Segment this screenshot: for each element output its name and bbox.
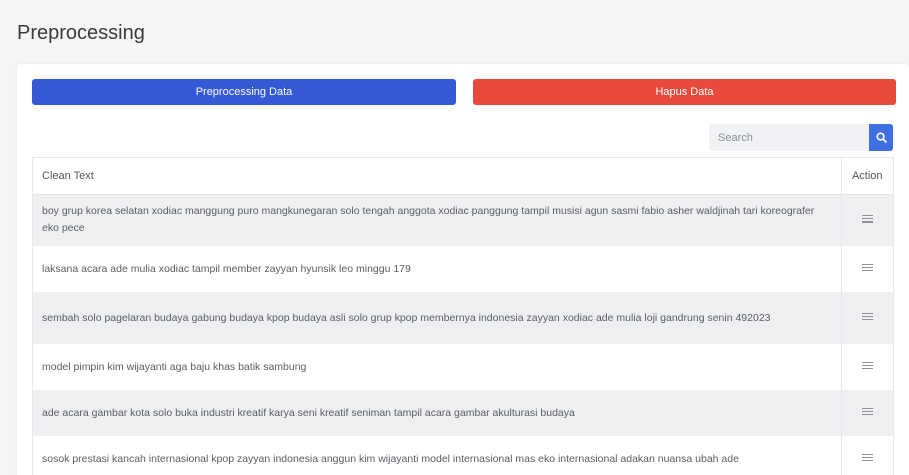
- table-row: laksana acara ade mulia xodiac tampil me…: [33, 246, 893, 292]
- menu-icon[interactable]: [861, 453, 873, 462]
- table-row: boy grup korea selatan xodiac manggung p…: [33, 194, 893, 246]
- action-cell: [840, 344, 893, 390]
- action-cell: [840, 194, 893, 246]
- menu-icon[interactable]: [861, 312, 873, 321]
- table-row: sosok prestasi kancah internasional kpop…: [33, 436, 893, 475]
- action-cell: [840, 390, 893, 436]
- clean-text-cell: sembah solo pagelaran budaya gabung buda…: [33, 292, 841, 344]
- action-cell: [840, 436, 893, 475]
- page: Preprocessing Preprocessing Data Hapus D…: [0, 0, 909, 475]
- search-box: [709, 124, 893, 151]
- table-header-row: Clean Text Action: [33, 158, 893, 195]
- table-row: ade acara gambar kota solo buka industri…: [33, 390, 893, 436]
- search-icon: [875, 132, 887, 143]
- search-button[interactable]: [869, 124, 893, 151]
- clean-text-cell: sosok prestasi kancah internasional kpop…: [33, 436, 841, 475]
- data-table: Clean Text Action boy grup korea selatan…: [33, 158, 893, 475]
- header-action: Action: [840, 158, 893, 195]
- menu-icon[interactable]: [861, 361, 873, 370]
- hapus-data-button[interactable]: Hapus Data: [473, 79, 896, 105]
- action-cell: [840, 292, 893, 344]
- menu-icon[interactable]: [861, 407, 873, 416]
- clean-text-cell: model pimpin kim wijayanti aga baju khas…: [33, 344, 841, 390]
- menu-icon[interactable]: [861, 214, 873, 223]
- table-row: sembah solo pagelaran budaya gabung buda…: [33, 292, 893, 344]
- table-row: model pimpin kim wijayanti aga baju khas…: [33, 344, 893, 390]
- search-input[interactable]: [709, 124, 869, 151]
- action-cell: [840, 246, 893, 292]
- clean-text-cell: laksana acara ade mulia xodiac tampil me…: [33, 246, 841, 292]
- page-title: Preprocessing: [17, 22, 145, 44]
- header-clean-text: Clean Text: [33, 158, 841, 195]
- preprocessing-data-button[interactable]: Preprocessing Data: [32, 79, 456, 105]
- menu-icon[interactable]: [861, 263, 873, 272]
- clean-text-cell: boy grup korea selatan xodiac manggung p…: [33, 194, 841, 246]
- content-card: Preprocessing Data Hapus Data Clean Text…: [17, 64, 909, 475]
- data-table-wrapper: Clean Text Action boy grup korea selatan…: [32, 157, 894, 475]
- clean-text-cell: ade acara gambar kota solo buka industri…: [33, 390, 841, 436]
